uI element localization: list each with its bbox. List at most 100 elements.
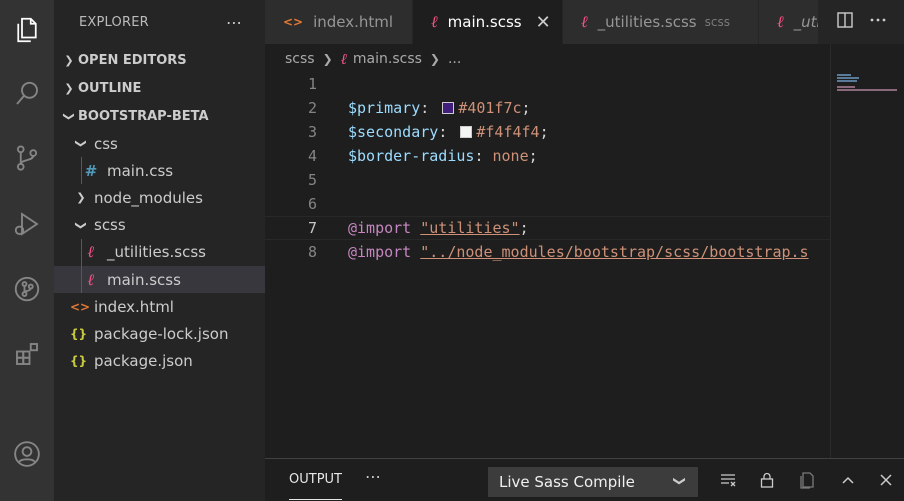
code-token: "../node_modules/bootstrap/scss/bootstra…	[420, 243, 809, 261]
chevron-right-icon: ❯	[322, 52, 333, 66]
chevron-down-icon: ❯	[62, 111, 76, 121]
code-token: none	[492, 147, 529, 165]
minimap-line	[837, 86, 855, 88]
tab-main-scss[interactable]: ℓ main.scss ✕	[413, 0, 563, 44]
editor-tab-bar: <> index.html ℓ main.scss ✕ ℓ _utilities…	[265, 0, 904, 44]
code-token: :	[420, 99, 439, 117]
section-outline[interactable]: ❯ OUTLINE	[54, 74, 265, 102]
chevron-right-icon: ❯	[429, 52, 440, 66]
tab-label: _uti	[793, 13, 821, 31]
minimap-line	[837, 74, 851, 76]
indent-guide	[81, 157, 82, 185]
tab-label: index.html	[313, 13, 394, 31]
run-debug-icon[interactable]	[6, 202, 48, 246]
explorer-icon[interactable]	[6, 8, 48, 52]
chevron-down-icon: ❯	[74, 138, 88, 149]
minimap-line	[837, 89, 897, 91]
breadcrumb-folder[interactable]: scss	[285, 51, 315, 67]
code-line[interactable]: 7 @import "utilities";	[265, 216, 830, 240]
more-actions-icon[interactable]: ⋯	[365, 467, 381, 486]
git-graph-icon[interactable]	[6, 267, 48, 311]
split-editor-icon[interactable]	[836, 11, 854, 33]
minimap-line	[837, 77, 859, 79]
explorer-header: EXPLORER ⋯	[54, 0, 265, 44]
color-swatch[interactable]	[460, 126, 473, 138]
json-file-icon: {}	[70, 326, 88, 341]
code-content: @import "utilities";	[348, 219, 529, 237]
code-line[interactable]: 2 $primary: #401f7c;	[265, 96, 830, 120]
explorer-sidebar: EXPLORER ⋯ ❯ OPEN EDITORS ❯ OUTLINE ❯ BO…	[54, 0, 265, 501]
line-number: 8	[307, 243, 317, 261]
section-project[interactable]: ❯ BOOTSTRAP-BETA	[54, 102, 265, 130]
extensions-icon[interactable]	[6, 332, 48, 376]
code-line[interactable]: 4 $border-radius: none;	[265, 144, 830, 168]
tab-index-html[interactable]: <> index.html	[265, 0, 413, 44]
tree-file-utilities-scss[interactable]: ℓ _utilities.scss	[54, 238, 265, 266]
chevron-right-icon: ❯	[64, 53, 74, 67]
line-number: 3	[307, 123, 317, 141]
html-file-icon: <>	[283, 15, 304, 29]
breadcrumb-file[interactable]: main.scss	[353, 51, 422, 67]
tree-file-index-html[interactable]: <> index.html	[54, 293, 265, 320]
code-editor[interactable]: 1 2 $primary: #401f7c; 3 $secondary: #f4f4f4…	[265, 74, 830, 458]
line-number: 5	[307, 171, 317, 189]
tree-item-label: index.html	[94, 297, 174, 316]
code-line[interactable]: 8 @import "../node_modules/bootstrap/scss…	[265, 240, 830, 264]
more-actions-icon[interactable]: ⋯	[226, 13, 243, 32]
tree-file-package-lock-json[interactable]: {} package-lock.json	[54, 320, 265, 347]
code-token: ;	[539, 123, 549, 141]
tree-folder-scss[interactable]: ❯ scss	[54, 212, 265, 239]
code-token: @import	[348, 219, 412, 237]
color-swatch[interactable]	[442, 102, 455, 114]
bottom-panel: OUTPUT ⋯ Live Sass Compile ❯	[265, 458, 904, 501]
scss-file-icon: ℓ	[87, 269, 95, 289]
output-channel-select[interactable]: Live Sass Compile ❯	[488, 467, 698, 497]
line-number: 2	[307, 99, 317, 117]
chevron-down-icon: ❯	[74, 220, 88, 230]
code-line[interactable]: 5	[265, 168, 830, 192]
minimap[interactable]	[830, 44, 904, 458]
tree-item-label: main.css	[107, 161, 174, 180]
code-line[interactable]: 1	[265, 74, 830, 96]
more-actions-icon[interactable]	[869, 11, 887, 33]
minimap-line	[837, 80, 857, 82]
chevron-down-icon: ❯	[672, 475, 687, 487]
code-content: @import "../node_modules/bootstrap/scss/…	[348, 243, 809, 261]
code-content: $primary: #401f7c;	[348, 99, 531, 117]
code-line[interactable]: 3 $secondary: #f4f4f4;	[265, 120, 830, 144]
code-token: :	[438, 123, 457, 141]
search-icon[interactable]	[6, 72, 48, 116]
tree-file-main-css[interactable]: # main.css	[54, 157, 265, 185]
tree-folder-node-modules[interactable]: ❯ node_modules	[54, 184, 265, 211]
lock-icon[interactable]	[756, 469, 778, 491]
section-label: OUTLINE	[78, 80, 142, 96]
open-log-icon[interactable]	[797, 469, 819, 491]
code-token: $primary	[348, 99, 421, 117]
tree-file-package-json[interactable]: {} package.json	[54, 348, 265, 375]
source-control-icon[interactable]	[6, 136, 48, 180]
section-open-editors[interactable]: ❯ OPEN EDITORS	[54, 46, 265, 74]
tab-utilities-scss[interactable]: ℓ _utilities.scss scss	[563, 0, 759, 44]
tree-file-main-scss[interactable]: ℓ main.scss	[54, 265, 265, 294]
tab-description: scss	[704, 15, 730, 29]
code-content: $secondary: #f4f4f4;	[348, 123, 549, 141]
tab-output[interactable]: OUTPUT	[289, 459, 342, 500]
section-label: BOOTSTRAP-BETA	[78, 108, 209, 124]
code-token: @import	[348, 243, 412, 261]
close-panel-icon[interactable]	[875, 469, 897, 491]
explorer-title: EXPLORER	[79, 14, 149, 30]
indent-guide	[81, 265, 82, 294]
account-icon[interactable]	[6, 432, 48, 476]
maximize-panel-icon[interactable]	[837, 469, 859, 491]
tab-label: main.scss	[447, 13, 522, 31]
breadcrumb-symbol[interactable]: ...	[448, 51, 461, 67]
section-label: OPEN EDITORS	[78, 52, 187, 68]
code-line[interactable]: 6	[265, 192, 830, 216]
close-icon[interactable]: ✕	[536, 12, 551, 33]
code-token: #401f7c	[458, 99, 522, 117]
tree-folder-css[interactable]: ❯ css	[54, 130, 265, 157]
line-number: 7	[307, 219, 317, 237]
clear-output-icon[interactable]	[717, 469, 739, 491]
scss-file-icon: ℓ	[777, 12, 784, 31]
tree-item-label: main.scss	[107, 270, 181, 289]
